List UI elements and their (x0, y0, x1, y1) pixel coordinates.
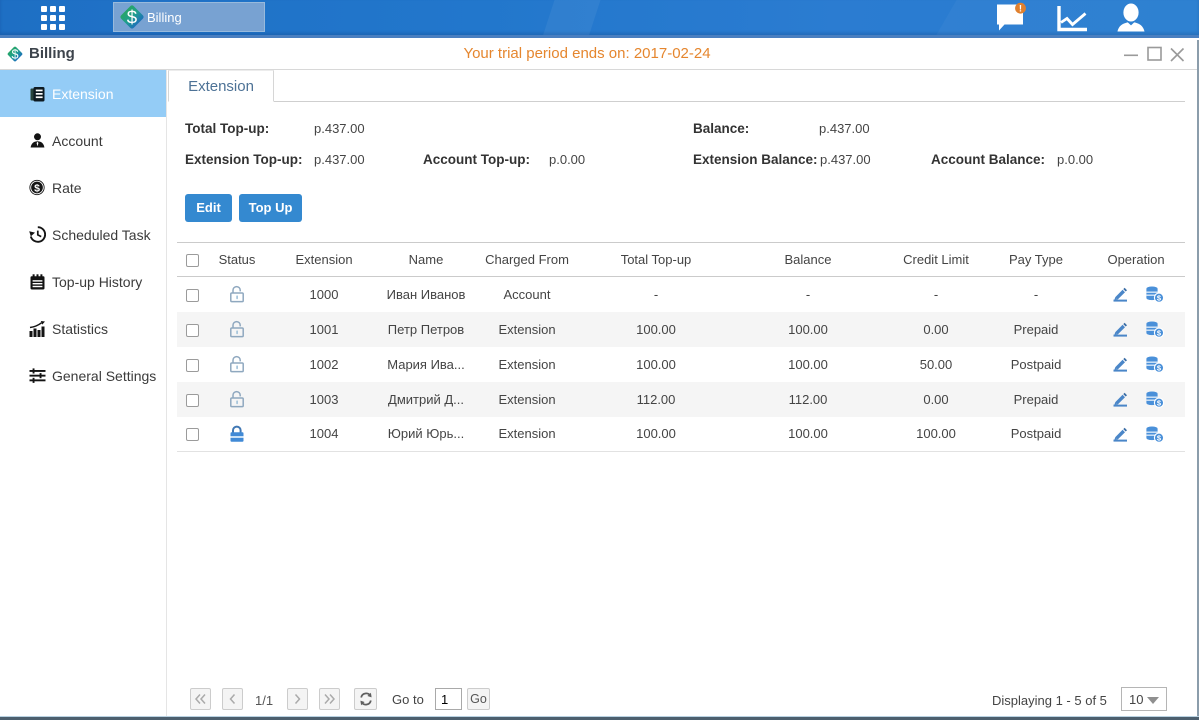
svg-text:$: $ (127, 7, 138, 28)
svg-text:!: ! (1019, 4, 1022, 15)
svg-text:$: $ (34, 182, 40, 194)
